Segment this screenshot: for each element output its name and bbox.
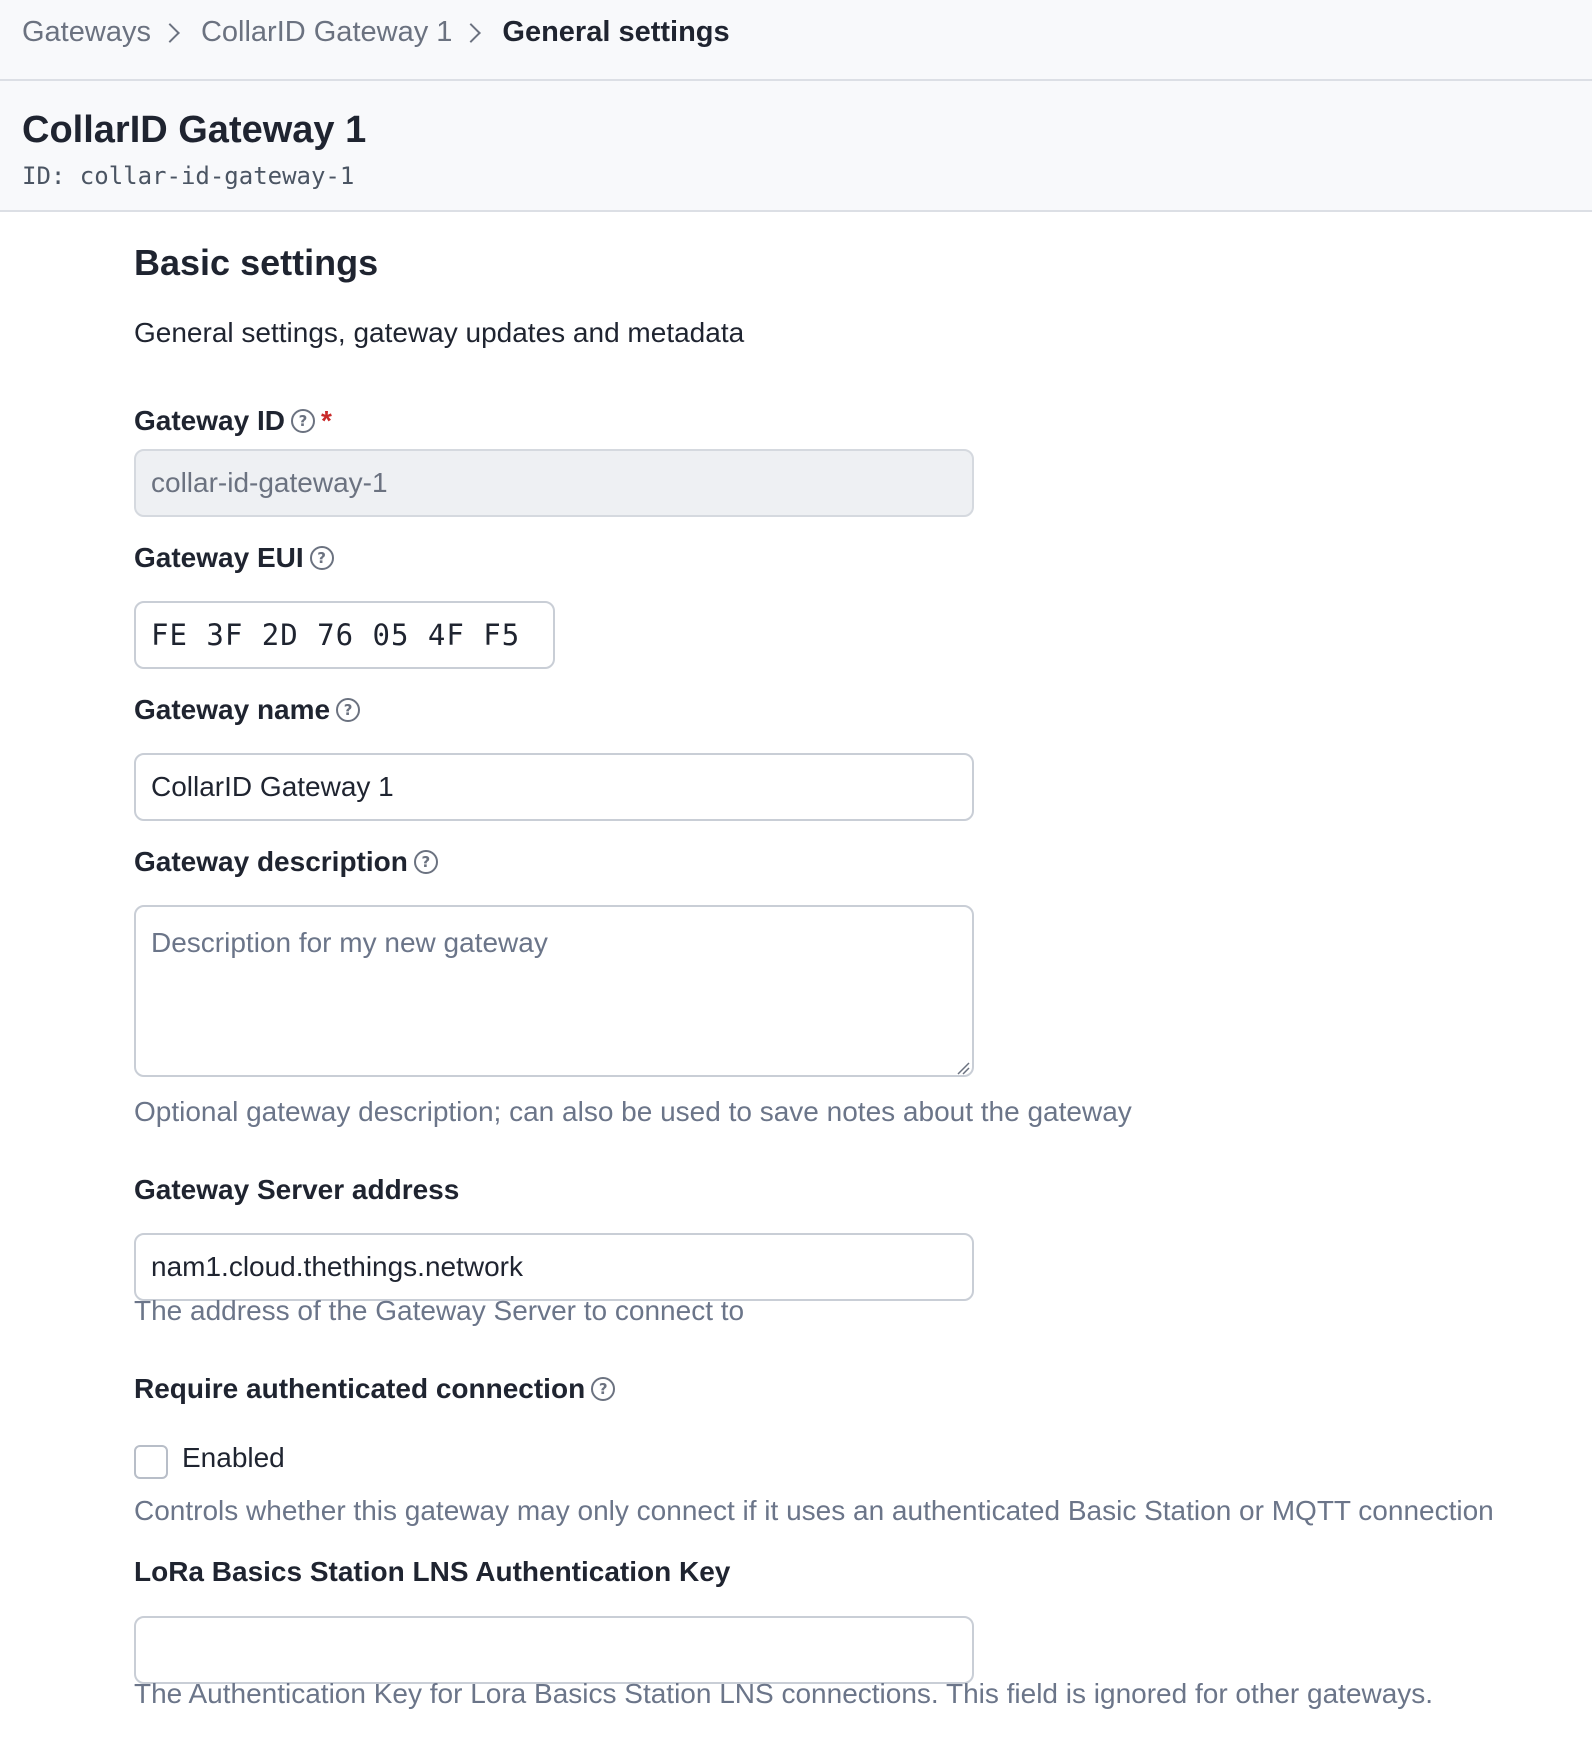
- section-title: Basic settings: [134, 242, 379, 283]
- breadcrumb-current: General settings: [502, 16, 730, 48]
- require-auth-checkbox-label[interactable]: Enabled: [182, 1442, 285, 1474]
- chevron-right-icon: [461, 22, 482, 43]
- page-title: CollarID Gateway 1: [22, 109, 367, 151]
- gateway-eui-label: Gateway EUI ?: [134, 542, 334, 574]
- help-icon[interactable]: ?: [309, 546, 334, 570]
- gateway-name-label: Gateway name ?: [134, 694, 361, 726]
- gateway-description-label: Gateway description ?: [134, 846, 438, 878]
- required-marker: *: [320, 405, 332, 436]
- gateway-eui-input[interactable]: [134, 601, 555, 669]
- entity-header: CollarID Gateway 1 ID: collar-id-gateway…: [0, 81, 1592, 212]
- server-address-hint: The address of the Gateway Server to con…: [134, 1295, 745, 1326]
- require-auth-hint: Controls whether this gateway may only c…: [134, 1495, 1494, 1526]
- breadcrumb: Gateways CollarID Gateway 1 General sett…: [0, 0, 1592, 81]
- gateway-id-input: [134, 449, 974, 517]
- section-description: General settings, gateway updates and me…: [134, 317, 745, 348]
- lns-key-label: LoRa Basics Station LNS Authentication K…: [134, 1556, 731, 1587]
- chevron-right-icon: [160, 22, 180, 43]
- gateway-description-hint: Optional gateway description; can also b…: [134, 1096, 1132, 1127]
- breadcrumb-gateways[interactable]: Gateways: [22, 16, 151, 49]
- help-icon[interactable]: ?: [290, 409, 315, 433]
- help-icon[interactable]: ?: [591, 1377, 616, 1401]
- entity-id: ID: collar-id-gateway-1: [22, 162, 355, 190]
- server-address-label: Gateway Server address: [134, 1174, 460, 1205]
- breadcrumb-gateway[interactable]: CollarID Gateway 1: [201, 16, 452, 49]
- resize-handle-icon[interactable]: [956, 1061, 970, 1075]
- gateway-id-label: Gateway ID ? *: [134, 405, 332, 436]
- server-address-input[interactable]: [134, 1233, 974, 1301]
- require-auth-label: Require authenticated connection ?: [134, 1373, 616, 1405]
- help-icon[interactable]: ?: [413, 850, 438, 874]
- lns-key-hint: The Authentication Key for Lora Basics S…: [134, 1678, 1434, 1709]
- gateway-description-input[interactable]: [134, 905, 974, 1077]
- help-icon[interactable]: ?: [336, 698, 361, 722]
- gateway-name-input[interactable]: [134, 753, 974, 821]
- require-auth-checkbox[interactable]: [134, 1445, 168, 1479]
- lns-key-input[interactable]: [134, 1616, 974, 1684]
